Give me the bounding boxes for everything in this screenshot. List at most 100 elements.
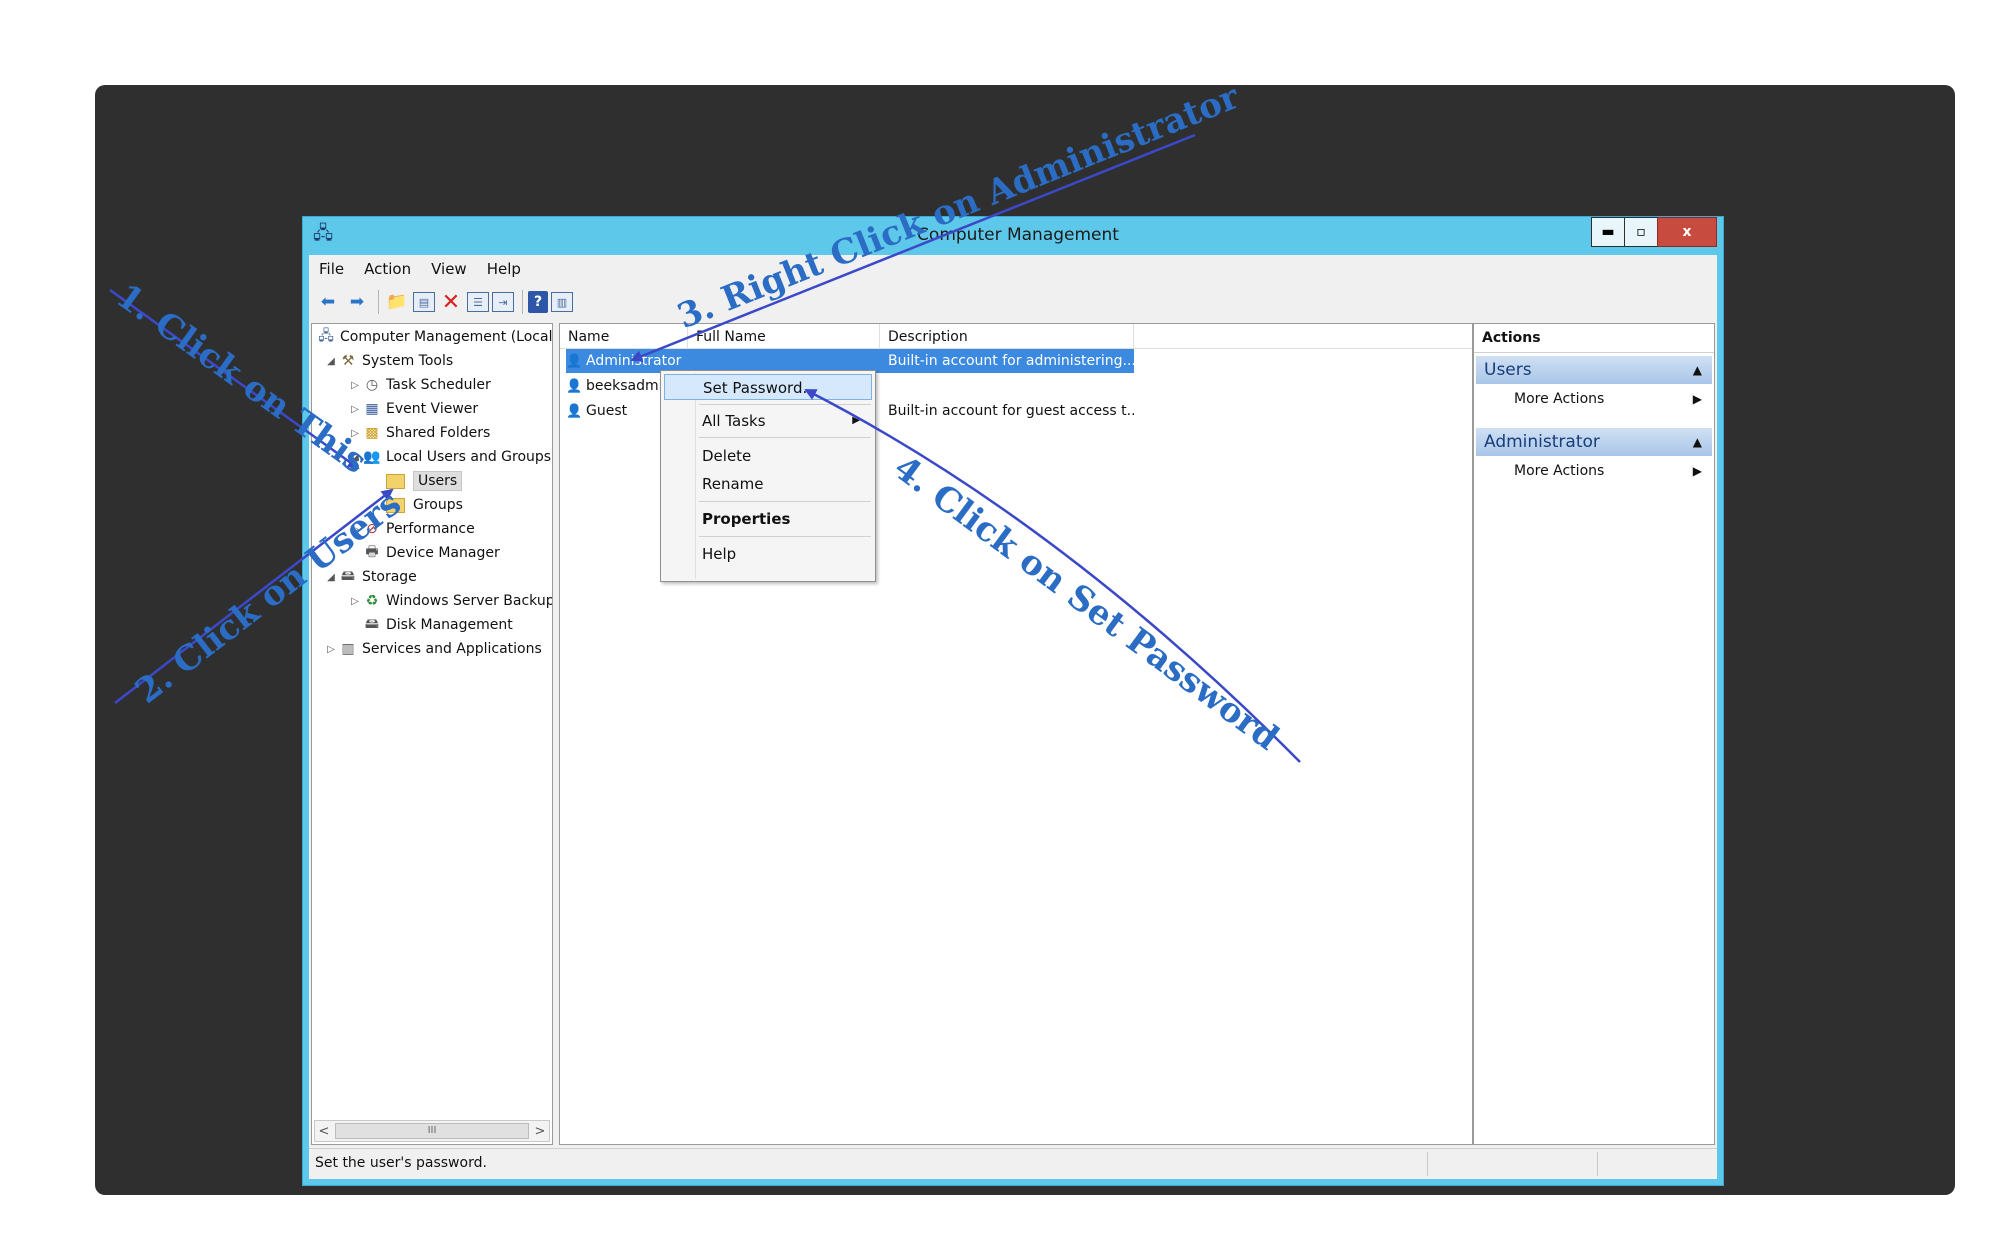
toolbar-divider [522,290,523,314]
scroll-right-icon[interactable]: > [531,1124,549,1139]
scroll-thumb[interactable]: III [335,1123,529,1139]
tree-item-shared-folders[interactable]: ▷ ▩ Shared Folders [348,422,490,444]
close-button[interactable]: x [1657,217,1717,247]
collapsed-triangle-icon[interactable]: ▷ [348,404,362,415]
show-hide-tree-icon[interactable]: ▤ [413,292,435,312]
forward-arrow-icon[interactable]: ➡ [344,289,370,315]
actions-title: Actions [1474,324,1714,353]
tree-item-system-tools[interactable]: ◢ ⚒ System Tools [324,350,453,372]
collapse-up-icon[interactable]: ▲ [1693,428,1702,456]
action-label: More Actions [1514,463,1605,479]
delete-icon[interactable]: ✕ [438,289,464,315]
backup-icon: ♻ [365,593,379,609]
disk-icon: 🖴 [364,616,380,632]
menu-item-help[interactable]: Help [664,541,872,567]
user-icon: 👤 [566,354,583,369]
user-icon: 👤 [566,404,583,419]
tree-item-local-users-and-groups[interactable]: ◢ 👥 Local Users and Groups [348,446,551,468]
event-viewer-icon: ▦ [365,401,379,417]
actions-pane: Actions Users ▲ More Actions ▶ Administr… [1473,323,1715,1145]
clock-icon: ◷ [365,377,379,393]
up-folder-icon[interactable]: 📁 [384,289,410,315]
tree-item-event-viewer[interactable]: ▷ ▦ Event Viewer [348,398,478,420]
menu-view[interactable]: View [421,260,477,278]
column-header-name[interactable]: Name [560,324,688,348]
row-name: Administrator [586,353,682,369]
collapsed-triangle-icon[interactable]: ▷ [324,644,338,655]
back-arrow-icon[interactable]: ⬅ [315,289,341,315]
status-text: Set the user's password. [315,1155,487,1171]
menu-item-properties[interactable]: Properties [664,506,872,532]
column-header-full-name[interactable]: Full Name [688,324,880,348]
storage-icon: 🖴 [340,568,356,584]
more-actions-administrator[interactable]: More Actions ▶ [1474,458,1714,484]
menu-separator [699,437,871,438]
tree-item-label: Windows Server Backup [386,593,553,609]
menu-item-rename[interactable]: Rename [664,471,872,497]
menu-action[interactable]: Action [354,260,421,278]
menu-item-delete[interactable]: Delete [664,443,872,469]
tree-item-windows-server-backup[interactable]: ▷ ♻ Windows Server Backup [348,590,553,612]
collapsed-triangle-icon[interactable]: ▷ [348,596,362,607]
menu-item-all-tasks[interactable]: All Tasks ▶ [664,408,872,434]
tree-item-label: Computer Management (Local [340,329,553,345]
menu-separator [699,536,871,537]
user-icon: 👤 [566,379,583,394]
actions-section-administrator[interactable]: Administrator ▲ [1476,428,1712,456]
row-description: Built-in account for administering... [880,349,1134,373]
row-name: Guest [586,403,628,419]
tree-item-disk-management[interactable]: 🖴 Disk Management [362,614,513,636]
tree-item-users[interactable]: Users [386,470,463,492]
title-bar: 🖧 Computer Management ▬ ▫ x [303,217,1723,251]
minimize-button[interactable]: ▬ [1591,217,1625,247]
menu-item-label: All Tasks [702,412,766,430]
tree-item-label: Users [413,471,463,491]
status-divider [1597,1152,1598,1176]
menu-bar: File Action View Help [309,255,1717,283]
help-icon[interactable]: ? [528,291,548,313]
tree-item-computer-management[interactable]: 🖧 Computer Management (Local [316,326,552,348]
menu-item-set-password[interactable]: Set Password... [664,374,872,400]
column-header-description[interactable]: Description [880,324,1134,348]
collapsed-triangle-icon[interactable]: ▷ [348,380,362,391]
action-label: More Actions [1514,391,1605,407]
status-divider [1427,1152,1428,1176]
export-list-icon[interactable]: ⇥ [492,292,514,312]
horizontal-scrollbar[interactable]: < III > [314,1120,550,1142]
menu-file[interactable]: File [309,260,354,278]
tree-item-task-scheduler[interactable]: ▷ ◷ Task Scheduler [348,374,491,396]
tree-item-label: Services and Applications [362,641,542,657]
scroll-left-icon[interactable]: < [315,1124,333,1139]
menu-separator [699,501,871,502]
tree-item-label: Disk Management [386,617,513,633]
tree-item-label: Storage [362,569,417,585]
show-hide-action-pane-icon[interactable]: ▥ [551,292,573,312]
tree-item-label: Event Viewer [386,401,479,417]
tree-item-label: Shared Folders [386,425,491,441]
status-bar: Set the user's password. [309,1148,1717,1179]
maximize-button[interactable]: ▫ [1624,217,1658,247]
tree-item-label: Performance [386,521,475,537]
expanded-triangle-icon[interactable]: ◢ [324,356,338,367]
toolbar: ⬅ ➡ 📁 ▤ ✕ ☰ ⇥ ? ▥ [309,285,1717,319]
more-actions-users[interactable]: More Actions ▶ [1474,386,1714,412]
context-menu: Set Password... All Tasks ▶ Delete Renam… [660,370,876,582]
tools-icon: ⚒ [341,353,355,369]
submenu-arrow-icon: ▶ [1692,392,1702,406]
row-name: beeksadmi [586,378,663,394]
tree-item-label: System Tools [362,353,454,369]
window-title: Computer Management [917,225,1119,245]
tree-item-services-and-applications[interactable]: ▷ ▥ Services and Applications [324,638,542,660]
collapse-up-icon[interactable]: ▲ [1693,356,1702,384]
properties-icon[interactable]: ☰ [467,292,489,312]
folder-icon [386,473,405,489]
tree-item-device-manager[interactable]: 🖶 Device Manager [362,542,500,564]
submenu-arrow-icon: ▶ [852,415,860,426]
section-label: Administrator [1484,432,1600,452]
menu-help[interactable]: Help [477,260,531,278]
computer-management-icon: 🖧 [318,328,334,344]
actions-section-users[interactable]: Users ▲ [1476,356,1712,384]
tree-item-label: Task Scheduler [386,377,491,393]
tree-item-label: Groups [413,497,463,513]
tree-item-label: Device Manager [386,545,500,561]
